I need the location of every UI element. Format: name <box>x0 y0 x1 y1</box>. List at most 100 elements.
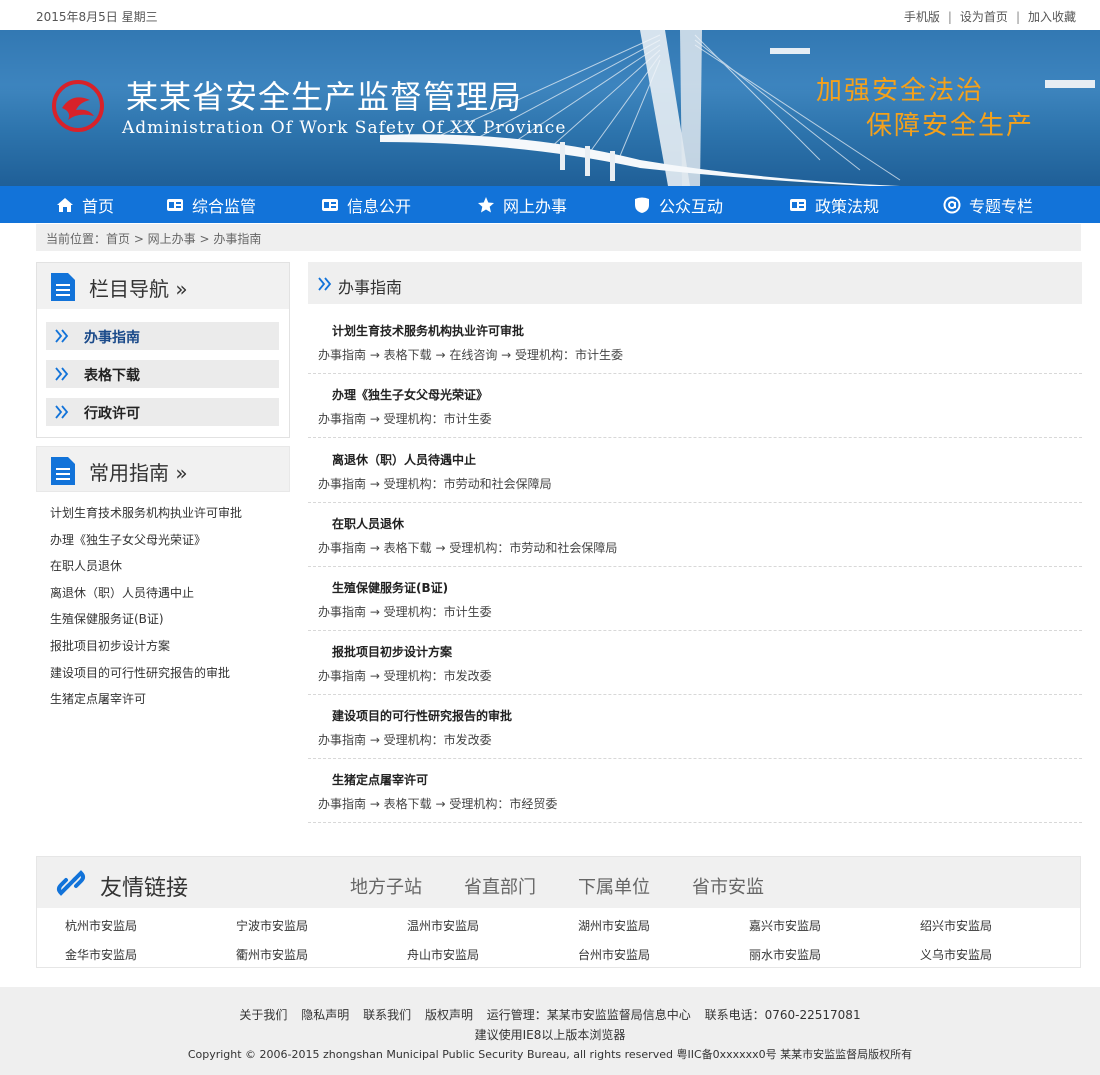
at-icon <box>943 196 961 213</box>
list-item[interactable]: 生殖保健服务证(B证) <box>50 610 242 637</box>
footer-links: 关于我们 隐私声明 联系我们 版权声明 运行管理：某某市安监监督局信息中心 联系… <box>0 1006 1100 1023</box>
top-bar: 2015年8月5日 星期三 手机版 | 设为首页 | 加入收藏 <box>0 0 1100 30</box>
friend-links-header: 友情链接 地方子站 省直部门 下属单位 省市安监 <box>37 857 1080 908</box>
nav-item-policy[interactable]: 政策法规 <box>789 186 879 223</box>
footer-phone: 联系电话：0760-22517081 <box>704 1008 861 1022</box>
main-nav: 首页 综合监管 信息公开 网上办事 公众互动 政策法规 专题专栏 <box>0 186 1100 223</box>
guide-entry-meta[interactable]: 办事指南 → 受理机构：市劳动和社会保障局 <box>318 475 552 492</box>
guide-entry: 报批项目初步设计方案 办事指南 → 受理机构：市发改委 <box>308 631 1082 695</box>
friend-link[interactable]: 舟山市安监局 <box>407 946 479 963</box>
friend-link[interactable]: 湖州市安监局 <box>578 917 650 934</box>
card-icon <box>322 198 338 211</box>
tab-provincial-departments[interactable]: 省直部门 <box>464 873 536 899</box>
chain-link-icon <box>57 870 85 896</box>
breadcrumb: 当前位置：首页 > 网上办事 > 办事指南 <box>36 224 1081 251</box>
friend-link[interactable]: 义乌市安监局 <box>920 946 992 963</box>
footer-link-copyright[interactable]: 版权声明 <box>425 1008 473 1022</box>
nav-label: 信息公开 <box>347 196 412 216</box>
footer-link-privacy[interactable]: 隐私声明 <box>301 1008 349 1022</box>
list-item[interactable]: 建设项目的可行性研究报告的审批 <box>50 664 242 691</box>
sidebar-item-forms[interactable]: 表格下载 <box>46 360 279 388</box>
separator: | <box>947 10 952 24</box>
footer: 关于我们 隐私声明 联系我们 版权声明 运行管理：某某市安监监督局信息中心 联系… <box>0 987 1100 1075</box>
site-title-en: Administration Of Work Safety Of XX Prov… <box>122 118 567 138</box>
nav-item-home[interactable]: 首页 <box>56 186 114 223</box>
guide-entry: 生猪定点屠宰许可 办事指南 → 表格下载 → 受理机构：市经贸委 <box>308 759 1082 823</box>
friend-link[interactable]: 温州市安监局 <box>407 917 479 934</box>
friend-link[interactable]: 台州市安监局 <box>578 946 650 963</box>
footer-link-contact[interactable]: 联系我们 <box>363 1008 411 1022</box>
add-favorite-link[interactable]: 加入收藏 <box>1028 10 1076 24</box>
set-homepage-link[interactable]: 设为首页 <box>960 10 1008 24</box>
guide-entry-meta[interactable]: 办事指南 → 表格下载 → 在线咨询 → 受理机构：市计生委 <box>318 346 623 363</box>
nav-label: 综合监管 <box>192 196 257 216</box>
nav-item-online-service[interactable]: 网上办事 <box>477 186 567 223</box>
guide-entry-title[interactable]: 生猪定点屠宰许可 <box>332 771 428 788</box>
bureau-logo-icon <box>52 80 104 132</box>
double-chevron-icon <box>318 277 332 291</box>
sidebar-item-license[interactable]: 行政许可 <box>46 398 279 426</box>
content-title: 办事指南 <box>338 278 403 297</box>
tab-subordinate-units[interactable]: 下属单位 <box>578 873 650 899</box>
list-item[interactable]: 离退休（职）人员待遇中止 <box>50 584 242 611</box>
friend-link[interactable]: 衢州市安监局 <box>236 946 308 963</box>
document-icon <box>51 273 75 301</box>
guide-entry-meta[interactable]: 办事指南 → 受理机构：市计生委 <box>318 410 492 427</box>
double-chevron-icon <box>55 367 69 381</box>
footer-operator: 运行管理：某某市安监监督局信息中心 <box>486 1008 691 1022</box>
site-title-cn: 某某省安全生产监督管理局 <box>126 78 523 116</box>
guide-entry-meta[interactable]: 办事指南 → 表格下载 → 受理机构：市劳动和社会保障局 <box>318 539 617 556</box>
guide-entry-meta[interactable]: 办事指南 → 受理机构：市计生委 <box>318 603 492 620</box>
sidebar-item-label: 表格下载 <box>84 368 140 384</box>
friend-link[interactable]: 嘉兴市安监局 <box>749 917 821 934</box>
top-links: 手机版 | 设为首页 | 加入收藏 <box>904 8 1076 25</box>
common-guide-list: 计划生育技术服务机构执业许可审批 办理《独生子女父母光荣证》 在职人员退休 离退… <box>50 504 242 717</box>
shield-icon <box>635 197 649 213</box>
friend-link[interactable]: 金华市安监局 <box>65 946 137 963</box>
friend-link[interactable]: 绍兴市安监局 <box>920 917 992 934</box>
friend-link[interactable]: 杭州市安监局 <box>65 917 137 934</box>
nav-label: 专题专栏 <box>969 196 1034 216</box>
list-item[interactable]: 办理《独生子女父母光荣证》 <box>50 531 242 558</box>
guide-entry-meta[interactable]: 办事指南 → 表格下载 → 受理机构：市经贸委 <box>318 795 557 812</box>
list-item[interactable]: 在职人员退休 <box>50 557 242 584</box>
slogan-line-1: 加强安全法治 <box>816 76 985 106</box>
guide-entry-title[interactable]: 在职人员退休 <box>332 515 404 532</box>
guide-entry-title[interactable]: 报批项目初步设计方案 <box>332 643 452 660</box>
nav-item-info-disclosure[interactable]: 信息公开 <box>321 186 411 223</box>
list-item[interactable]: 生猪定点屠宰许可 <box>50 690 242 717</box>
nav-item-supervision[interactable]: 综合监管 <box>166 186 256 223</box>
friend-link[interactable]: 宁波市安监局 <box>236 917 308 934</box>
guide-entry-title[interactable]: 建设项目的可行性研究报告的审批 <box>332 707 512 724</box>
guide-entry-title[interactable]: 办理《独生子女父母光荣证》 <box>332 386 488 403</box>
guide-entry-meta[interactable]: 办事指南 → 受理机构：市发改委 <box>318 667 492 684</box>
footer-link-about[interactable]: 关于我们 <box>239 1008 287 1022</box>
column-nav-panel: 栏目导航 » 办事指南 表格下载 行政许可 <box>36 262 290 438</box>
content-header: 办事指南 <box>308 262 1082 304</box>
sidebar-item-label: 办事指南 <box>84 330 140 346</box>
guide-entry: 建设项目的可行性研究报告的审批 办事指南 → 受理机构：市发改委 <box>308 695 1082 759</box>
list-item[interactable]: 报批项目初步设计方案 <box>50 637 242 664</box>
tab-provincial-safety[interactable]: 省市安监 <box>692 873 764 899</box>
guide-entry: 计划生育技术服务机构执业许可审批 办事指南 → 表格下载 → 在线咨询 → 受理… <box>308 310 1082 374</box>
nav-label: 公众互动 <box>659 196 724 216</box>
nav-label: 首页 <box>82 196 115 216</box>
mobile-version-link[interactable]: 手机版 <box>904 10 940 24</box>
guide-entry: 办理《独生子女父母光荣证》 办事指南 → 受理机构：市计生委 <box>308 374 1082 438</box>
list-item[interactable]: 计划生育技术服务机构执业许可审批 <box>50 504 242 531</box>
guide-entry-title[interactable]: 离退休（职）人员待遇中止 <box>332 451 476 468</box>
nav-item-special-topics[interactable]: 专题专栏 <box>943 186 1033 223</box>
footer-browser-note: 建议使用IE8以上版本浏览器 <box>474 1028 626 1042</box>
nav-item-public-interaction[interactable]: 公众互动 <box>633 186 723 223</box>
guide-entry-title[interactable]: 生殖保健服务证(B证) <box>332 579 448 596</box>
separator: | <box>1015 10 1020 24</box>
sidebar-item-guide[interactable]: 办事指南 <box>46 322 279 350</box>
common-guide-header: 常用指南 » <box>36 446 290 492</box>
guide-entry-meta[interactable]: 办事指南 → 受理机构：市发改委 <box>318 731 492 748</box>
column-nav-header: 栏目导航 » <box>37 263 289 309</box>
friend-link[interactable]: 丽水市安监局 <box>749 946 821 963</box>
tab-local-sites[interactable]: 地方子站 <box>350 873 422 899</box>
header-banner: 某某省安全生产监督管理局 Administration Of Work Safe… <box>0 30 1100 186</box>
guide-entry: 在职人员退休 办事指南 → 表格下载 → 受理机构：市劳动和社会保障局 <box>308 503 1082 567</box>
guide-entry-title[interactable]: 计划生育技术服务机构执业许可审批 <box>332 322 524 339</box>
